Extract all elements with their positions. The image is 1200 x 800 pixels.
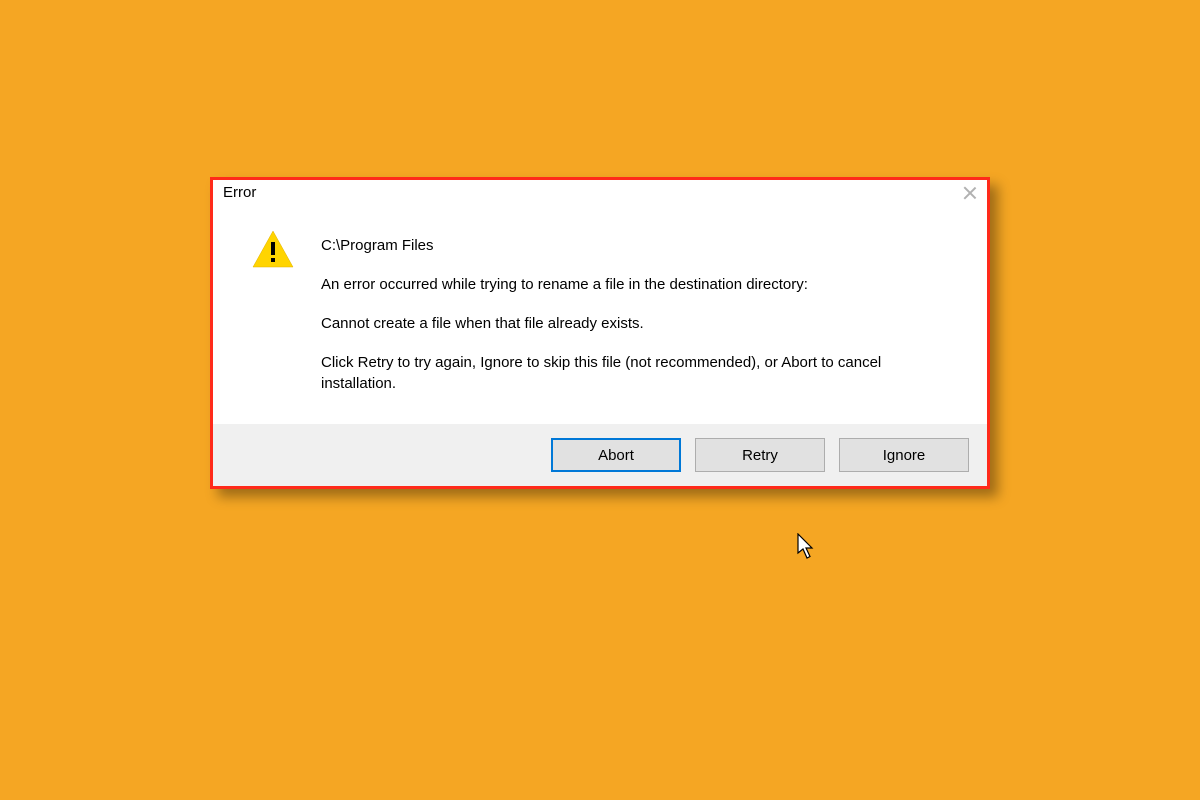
dialog-title: Error	[223, 184, 256, 201]
message-line3: Click Retry to try again, Ignore to skip…	[321, 352, 957, 394]
warning-icon	[251, 229, 295, 394]
button-bar: Abort Retry Ignore	[213, 424, 987, 486]
close-icon[interactable]	[963, 186, 977, 200]
retry-button[interactable]: Retry	[695, 438, 825, 472]
dialog-frame: Error C:\Program Files An error occurred…	[210, 177, 990, 489]
ignore-button[interactable]: Ignore	[839, 438, 969, 472]
abort-button[interactable]: Abort	[551, 438, 681, 472]
message-line2: Cannot create a file when that file alre…	[321, 313, 957, 334]
mouse-cursor-icon	[797, 533, 817, 561]
message-line1: An error occurred while trying to rename…	[321, 274, 957, 295]
message-path: C:\Program Files	[321, 235, 957, 256]
dialog-message: C:\Program Files An error occurred while…	[321, 235, 957, 394]
error-dialog: Error C:\Program Files An error occurred…	[210, 177, 990, 489]
dialog-content: C:\Program Files An error occurred while…	[213, 207, 987, 424]
titlebar: Error	[213, 180, 987, 207]
